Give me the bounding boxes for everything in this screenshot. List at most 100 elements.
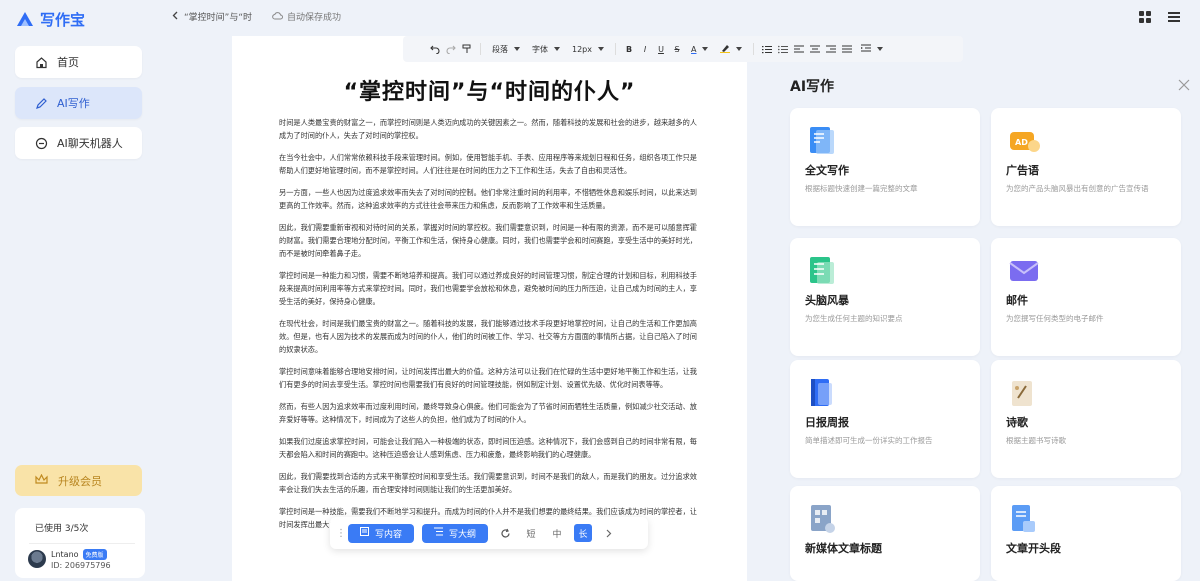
write-outline-button[interactable]: 写大纲 bbox=[422, 523, 489, 543]
paragraph[interactable]: 另一方面，一些人也因为过度追求效率而失去了对时间的控制。他们非常注重时间的利用率… bbox=[279, 186, 697, 212]
ordered-list-icon[interactable] bbox=[759, 39, 775, 59]
card-full-text-writing[interactable]: 全文写作 根据标题快速创建一篇完整的文章 bbox=[790, 108, 980, 226]
format-painter-icon[interactable] bbox=[459, 39, 475, 59]
document-icon bbox=[360, 527, 369, 539]
avatar[interactable] bbox=[28, 550, 46, 568]
paragraph-dropdown[interactable]: 段落 bbox=[486, 44, 526, 55]
apps-grid-icon[interactable] bbox=[1139, 11, 1151, 23]
align-justify-icon[interactable] bbox=[839, 39, 855, 59]
app-logo[interactable]: 写作宝 bbox=[16, 9, 85, 29]
card-title: 广告语 bbox=[1006, 164, 1039, 177]
length-medium-button[interactable]: 中 bbox=[548, 524, 566, 542]
divider bbox=[480, 43, 481, 55]
save-status: 自动保存成功 bbox=[272, 10, 341, 23]
highlighter-icon bbox=[720, 43, 731, 55]
length-long-button[interactable]: 长 bbox=[574, 524, 593, 542]
card-daily-weekly-report[interactable]: 日报周报 简单描述即可生成一份详实的工作报告 bbox=[790, 360, 980, 478]
cloud-icon bbox=[272, 11, 283, 23]
chevron-left-icon bbox=[172, 11, 178, 23]
card-new-media-title[interactable]: 新媒体文章标题 bbox=[790, 486, 980, 581]
font-dropdown-label: 字体 bbox=[532, 44, 548, 54]
length-short-button[interactable]: 短 bbox=[522, 524, 540, 542]
sidebar-item-ai-writing[interactable]: AI写作 bbox=[15, 87, 142, 119]
refresh-icon[interactable] bbox=[496, 524, 514, 542]
document-title[interactable]: “掌控时间”与“时间的仆人” bbox=[232, 74, 747, 106]
upgrade-label: 升级会员 bbox=[58, 474, 102, 488]
user-name-row: Lntano 免费版 bbox=[51, 549, 107, 560]
back-button[interactable]: “掌控时间”与“时 bbox=[172, 10, 252, 23]
card-email[interactable]: 邮件 为您撰写任何类型的电子邮件 bbox=[991, 238, 1181, 356]
align-left-icon[interactable] bbox=[791, 39, 807, 59]
document-page[interactable]: “掌控时间”与“时间的仆人” 时间是人类最宝贵的财富之一，而掌控时间则是人类迈向… bbox=[232, 36, 747, 581]
card-brainstorm[interactable]: 头脑风暴 为您生成任何主题的知识要点 bbox=[790, 238, 980, 356]
report-icon bbox=[808, 378, 836, 408]
ai-action-bar: ⋮ 写内容 写大纲 短 中 长 bbox=[330, 517, 648, 549]
card-title: 邮件 bbox=[1006, 294, 1028, 307]
card-desc: 为您撰写任何类型的电子邮件 bbox=[1006, 314, 1104, 323]
paragraph[interactable]: 掌控时间意味着能够合理地安排时间，让时间发挥出最大的价值。这种方法可以让我们在忙… bbox=[279, 365, 697, 391]
align-center-icon[interactable] bbox=[807, 39, 823, 59]
save-status-text: 自动保存成功 bbox=[287, 13, 342, 23]
media-icon bbox=[808, 504, 836, 534]
usage-text: 已使用 3/5次 bbox=[35, 524, 89, 534]
strikethrough-button[interactable]: S bbox=[669, 39, 685, 59]
card-desc: 为您生成任何主题的知识要点 bbox=[805, 314, 903, 323]
paragraph[interactable]: 掌控时间是一种能力和习惯，需要不断地培养和提高。我们可以通过养成良好的时间管理习… bbox=[279, 269, 697, 308]
caret-down-icon bbox=[877, 47, 884, 51]
sidebar-item-home[interactable]: 首页 bbox=[15, 46, 142, 78]
sidebar-item-chatbot[interactable]: AI聊天机器人 bbox=[15, 127, 142, 159]
italic-button[interactable]: I bbox=[637, 39, 653, 59]
paragraph[interactable]: 因此，我们需要找到合适的方式来平衡掌控时间和享受生活。我们需要意识到，时间不是我… bbox=[279, 470, 697, 496]
paragraph[interactable]: 如果我们过度追求掌控时间，可能会让我们陷入一种极端的状态，即时间压迫感。这种情况… bbox=[279, 435, 697, 461]
editor-toolbar: 段落 字体 12px B I U S A bbox=[403, 36, 963, 62]
font-color-dropdown[interactable]: A bbox=[685, 45, 714, 54]
paragraph[interactable]: 在现代社会，时间是我们最宝贵的财富之一。随着科技的发展，我们能够通过技术手段更好… bbox=[279, 317, 697, 356]
caret-down-icon bbox=[736, 47, 743, 51]
bullet-list-icon[interactable] bbox=[775, 39, 791, 59]
sidebar-item-label: AI聊天机器人 bbox=[57, 137, 123, 150]
undo-icon[interactable] bbox=[427, 39, 443, 59]
document-body[interactable]: 时间是人类最宝贵的财富之一，而掌控时间则是人类迈向成功的关键因素之一。然而，随着… bbox=[279, 116, 697, 540]
divider bbox=[615, 43, 616, 55]
opening-icon bbox=[1009, 504, 1037, 534]
chevron-right-icon[interactable] bbox=[600, 524, 618, 542]
sidebar: 写作宝 首页 AI写作 AI聊天机器人 升级会员 已使用 3/5次 Lntano… bbox=[0, 0, 158, 581]
write-content-label: 写内容 bbox=[375, 529, 403, 540]
chat-icon bbox=[35, 137, 48, 150]
close-icon[interactable] bbox=[1178, 76, 1192, 91]
write-content-button[interactable]: 写内容 bbox=[348, 523, 415, 543]
paragraph[interactable]: 时间是人类最宝贵的财富之一，而掌控时间则是人类迈向成功的关键因素之一。然而，随着… bbox=[279, 116, 697, 142]
card-desc: 根据标题快速创建一篇完整的文章 bbox=[805, 184, 918, 193]
sidebar-item-label: 首页 bbox=[57, 56, 79, 69]
mail-icon bbox=[1009, 256, 1039, 286]
menu-icon[interactable] bbox=[1168, 12, 1180, 22]
highlight-dropdown[interactable] bbox=[714, 43, 748, 55]
poem-icon bbox=[1009, 378, 1037, 408]
card-desc: 根据主题书写诗歌 bbox=[1006, 436, 1066, 445]
paragraph[interactable]: 在当今社会中，人们常常依赖科技手段来管理时间。例如，使用智能手机、手表、应用程序… bbox=[279, 151, 697, 177]
more-format-dropdown[interactable] bbox=[855, 44, 889, 55]
bold-button[interactable]: B bbox=[621, 39, 637, 59]
panel-title: AI写作 bbox=[790, 79, 835, 95]
pen-icon bbox=[35, 97, 48, 110]
outline-icon bbox=[434, 527, 444, 539]
caret-down-icon bbox=[598, 47, 604, 51]
font-size-dropdown[interactable]: 12px bbox=[566, 45, 610, 54]
card-poem[interactable]: 诗歌 根据主题书写诗歌 bbox=[991, 360, 1181, 478]
upgrade-button[interactable]: 升级会员 bbox=[15, 465, 142, 496]
svg-text:AD: AD bbox=[1015, 138, 1028, 147]
underline-button[interactable]: U bbox=[653, 39, 669, 59]
paragraph[interactable]: 因此，我们需要重新审视和对待时间的关系，掌握对时间的掌控权。我们需要意识到，时间… bbox=[279, 221, 697, 260]
list-icon bbox=[808, 256, 836, 286]
ai-writing-panel: AI写作 全文写作 根据标题快速创建一篇完整的文章 AD 广告语 为您的产品头脑… bbox=[760, 62, 1200, 581]
paragraph-dropdown-label: 段落 bbox=[492, 44, 508, 54]
card-ad-slogan[interactable]: AD 广告语 为您的产品头脑风暴出有创意的广告宣传语 bbox=[991, 108, 1181, 226]
plan-badge: 免费版 bbox=[82, 549, 107, 560]
divider bbox=[29, 543, 135, 544]
paragraph[interactable]: 然而，有些人因为追求效率而过度利用时间，最终导致身心俱疲。他们可能会为了节省时间… bbox=[279, 400, 697, 426]
card-article-opening[interactable]: 文章开头段 bbox=[991, 486, 1181, 581]
redo-icon[interactable] bbox=[443, 39, 459, 59]
drag-handle-icon[interactable]: ⋮ bbox=[336, 528, 346, 539]
align-right-icon[interactable] bbox=[823, 39, 839, 59]
font-dropdown[interactable]: 字体 bbox=[526, 44, 566, 55]
